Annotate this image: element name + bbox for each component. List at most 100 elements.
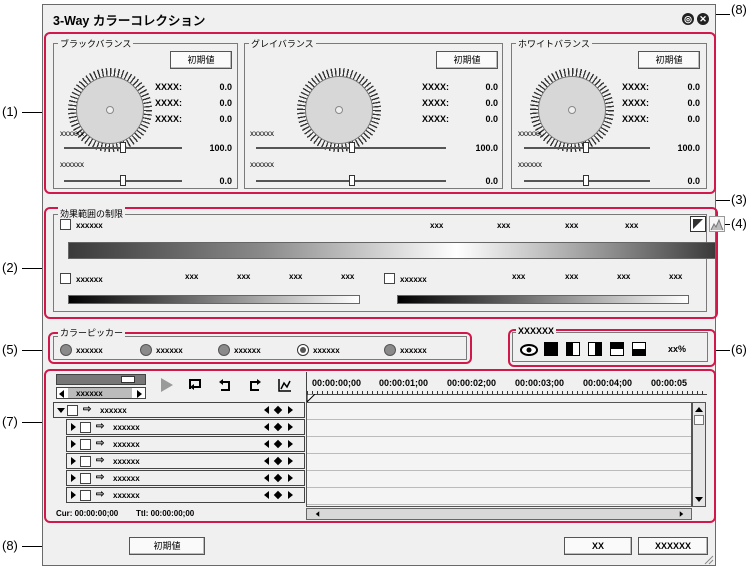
timeline-dropdown-label: xxxxxx [76,389,103,398]
track-5-checkbox[interactable] [80,490,91,501]
black-row3-value: 0.0 [219,114,232,124]
track-row-master[interactable]: ⇨ xxxxxx [53,402,305,418]
prev-keyframe-icon[interactable] [264,440,269,448]
resize-grip-icon[interactable] [704,555,714,565]
add-keyframe-icon[interactable] [273,456,283,466]
track-row-1[interactable]: ⇨ xxxxxx [66,419,305,435]
prev-keyframe-icon[interactable] [264,423,269,431]
color-picker-option-4-selected[interactable] [297,344,309,356]
playhead-icon[interactable] [307,394,315,402]
track-row-5[interactable]: ⇨ xxxxxx [66,487,305,503]
gray-reset-button[interactable]: 初期値 [436,51,498,69]
add-keyframe-icon[interactable] [273,473,283,483]
collapse-icon[interactable] [71,491,76,499]
preview-mode-full-icon[interactable] [544,342,558,356]
collapse-icon[interactable] [71,474,76,482]
picker-tool-button[interactable] [690,216,706,232]
add-keyframe-icon[interactable] [273,490,283,500]
scroll-left-icon[interactable] [315,511,320,517]
effect-range-main-value-2: xxx [497,221,511,230]
gray-slider2-thumb[interactable] [349,175,355,186]
collapse-icon[interactable] [71,457,76,465]
keyframe-graph-icon[interactable] [278,378,292,392]
callout-3: (3) [731,192,747,207]
play-icon[interactable] [160,378,174,392]
preview-mode-split-bottom-icon[interactable] [632,342,646,356]
next-keyframe-icon[interactable] [288,474,293,482]
scroll-right-icon[interactable] [679,511,684,517]
track-row-2[interactable]: ⇨ xxxxxx [66,436,305,452]
color-picker-option-5[interactable] [384,344,396,356]
add-keyframe-icon[interactable] [273,439,283,449]
prev-keyframe-icon[interactable] [264,457,269,465]
track-3-checkbox[interactable] [80,456,91,467]
next-keyframe-icon[interactable] [288,457,293,465]
black-slider1-thumb[interactable] [120,142,126,153]
dropdown-right-icon[interactable] [137,390,142,398]
white-color-wheel[interactable] [530,68,614,152]
track-4-checkbox[interactable] [80,473,91,484]
gray-color-wheel[interactable] [297,68,381,152]
color-picker-option-1[interactable] [60,344,72,356]
timeline-dropdown[interactable]: xxxxxx [56,387,146,399]
black-reset-button[interactable]: 初期値 [170,51,232,69]
vertical-scrollbar[interactable] [692,402,706,507]
preview-mode-split-top-icon[interactable] [610,342,624,356]
timeline-zoom-slider[interactable] [56,374,146,385]
keyframe-area[interactable] [306,402,692,507]
add-keyframe-icon[interactable] [273,422,283,432]
dropdown-left-icon[interactable] [59,390,64,398]
track-row-3[interactable]: ⇨ xxxxxx [66,453,305,469]
effect-range-main-checkbox[interactable] [60,219,71,230]
scroll-up-icon[interactable] [695,407,703,412]
collapse-icon[interactable] [71,423,76,431]
add-keyframe-icon[interactable] [273,405,283,415]
next-keyframe-icon[interactable] [288,491,293,499]
timecode-4: 00:00:04;00 [583,378,633,388]
next-keyframe-icon[interactable] [288,406,293,414]
prev-keyframe-icon[interactable] [264,474,269,482]
histogram-button[interactable] [709,216,725,232]
settings-icon[interactable]: ◎ [682,13,694,25]
loop-icon[interactable] [188,378,202,392]
reset-all-button[interactable]: 初期値 [129,537,205,555]
timeline-ruler[interactable] [306,372,707,402]
next-keyframe-icon[interactable] [288,440,293,448]
scroll-down-icon[interactable] [695,497,703,502]
white-slider2-thumb[interactable] [583,175,589,186]
gray-balance-title: グレイバランス [249,37,316,50]
close-icon[interactable]: ✕ [697,13,709,25]
black-slider2-thumb[interactable] [120,175,126,186]
gray-slider1-thumb[interactable] [349,142,355,153]
black-color-wheel[interactable] [68,68,152,152]
redo-icon[interactable] [248,378,262,392]
preview-mode-split-left-icon[interactable] [566,342,580,356]
preview-mode-split-right-icon[interactable] [588,342,602,356]
white-slider1-thumb[interactable] [583,142,589,153]
prev-keyframe-icon[interactable] [264,491,269,499]
white-reset-button[interactable]: 初期値 [638,51,700,69]
vertical-scroll-thumb[interactable] [694,415,704,425]
collapse-icon[interactable] [71,440,76,448]
color-picker-option-3[interactable] [218,344,230,356]
eye-icon[interactable] [520,344,538,356]
timeline-zoom-thumb[interactable] [121,376,135,383]
expand-icon[interactable] [57,408,65,413]
effect-range-left-checkbox[interactable] [60,273,71,284]
undo-icon[interactable] [218,378,232,392]
horizontal-scrollbar[interactable] [306,508,692,520]
effect-range-right-gradient[interactable] [397,295,689,304]
effect-range-main-gradient[interactable] [68,242,716,259]
track-row-4[interactable]: ⇨ xxxxxx [66,470,305,486]
next-keyframe-icon[interactable] [288,423,293,431]
prev-keyframe-icon[interactable] [264,406,269,414]
callout-8-top: (8) [731,2,747,17]
effect-range-left-gradient[interactable] [68,295,360,304]
ok-button[interactable]: XX [564,537,632,555]
track-1-checkbox[interactable] [80,422,91,433]
cancel-button[interactable]: XXXXXX [638,537,708,555]
effect-range-right-checkbox[interactable] [384,273,395,284]
track-2-checkbox[interactable] [80,439,91,450]
color-picker-option-2[interactable] [140,344,152,356]
track-master-checkbox[interactable] [67,405,78,416]
